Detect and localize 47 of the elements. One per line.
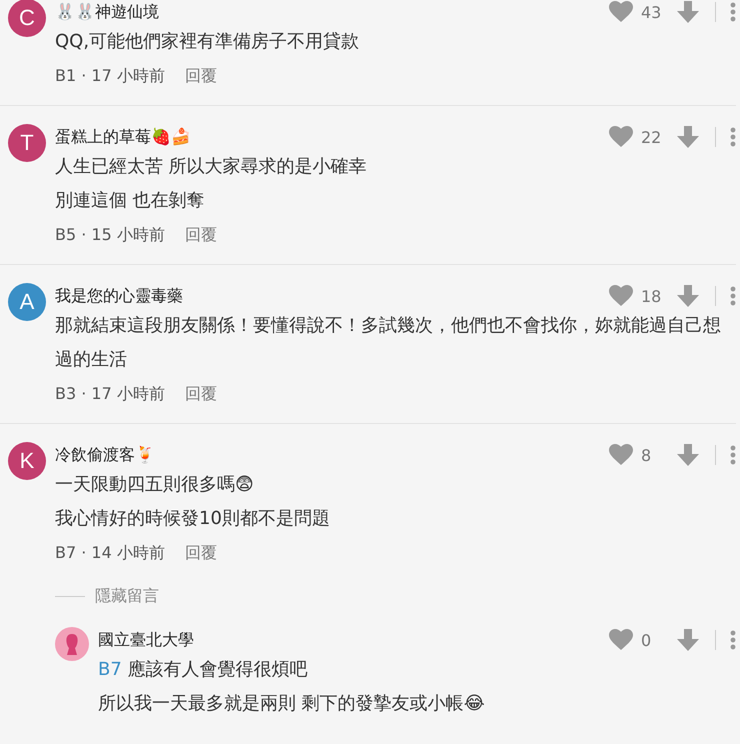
comment-text: 人生已經太苦 所以大家尋求的是小確幸 [55,155,368,179]
down-arrow-icon[interactable] [677,629,699,651]
like-count: 0 [640,630,652,650]
more-icon[interactable] [730,445,736,465]
comment-text: 所以我一天最多就是兩則 剩下的發摯友或小帳😂 [98,692,486,716]
avatar: A [8,283,46,321]
comment-meta: B5 · 15 小時前 [55,224,165,246]
heart-icon[interactable] [609,629,633,651]
reply-link[interactable]: 回覆 [184,224,217,246]
like-count: 18 [640,286,662,306]
more-icon[interactable] [730,630,736,650]
username: 我是您的心靈毒藥 [55,286,184,306]
comment-text: B7 應該有人會覺得很煩吧 [98,658,309,682]
more-icon[interactable] [730,127,736,147]
comment-meta: B1 · 17 小時前 [55,66,165,86]
username: 蛋糕上的草莓🍓🍰 [55,126,192,148]
reply-link[interactable]: 回覆 [184,542,217,564]
down-arrow-icon[interactable] [677,444,699,466]
comment-text: 那就結束這段朋友關係！要懂得說不！多試幾次，他們也不會找你，妳就能過自己想過的生活 [55,314,722,372]
like-count: 43 [640,2,662,22]
comment-text: 別連這個 也在剝奪 [55,189,206,213]
hidden-comments-link[interactable]: 隱藏留言 [95,586,159,607]
comment-text: 我心情好的時候發10則都不是問題 [55,507,331,531]
username: 國立臺北大學 [98,630,195,650]
avatar-icon [55,627,89,661]
reply-link[interactable]: 回覆 [184,66,217,86]
avatar: T [8,124,46,162]
more-icon[interactable] [730,286,736,306]
more-icon[interactable] [730,2,736,22]
username: 冷飲偷渡客🍹 [55,444,156,466]
reply-link[interactable]: 回覆 [184,384,217,404]
heart-icon[interactable] [609,444,633,466]
down-arrow-icon[interactable] [677,285,699,307]
avatar: K [8,442,46,480]
comment-meta: B3 · 17 小時前 [55,384,165,404]
down-arrow-icon[interactable] [677,1,699,23]
username: 🐰🐰神遊仙境 [55,2,160,22]
like-count: 8 [640,446,652,464]
heart-icon[interactable] [609,1,633,23]
comment-text: QQ,可能他們家裡有準備房子不用貸款 [55,30,360,54]
avatar: C [8,0,46,37]
like-count: 22 [640,128,662,146]
comment-meta: B7 · 14 小時前 [55,542,165,564]
down-arrow-icon[interactable] [677,126,699,148]
heart-icon[interactable] [609,126,633,148]
comment-text: 一天限動四五則很多嗎😨 [55,473,255,497]
heart-icon[interactable] [609,285,633,307]
